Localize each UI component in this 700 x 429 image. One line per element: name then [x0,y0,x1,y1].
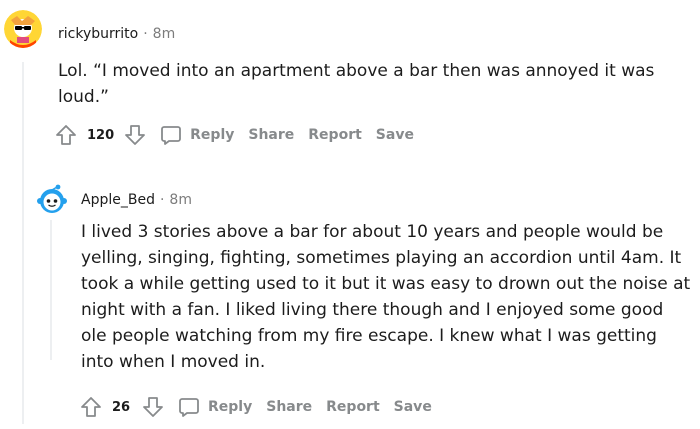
meta-separator: · [159,192,165,208]
speech-bubble-icon[interactable] [176,394,202,420]
comment-meta: Apple_Bed · 8m [81,191,192,209]
comment-body-line: loud.” [58,87,109,107]
comment-body-line: night with a fan. I liked living there t… [81,300,664,320]
comment-apple-bed: Apple_Bed · 8m I lived 3 stories above a… [0,176,700,429]
comment-body-line: took a while getting used to it but it w… [81,274,691,294]
report-button[interactable]: Report [308,127,362,143]
save-button[interactable]: Save [376,127,414,143]
downvote-arrow-icon[interactable] [140,394,166,420]
comment-actions: 26 Reply Share Report Save [78,394,432,420]
avatar[interactable] [4,10,42,48]
comment-body-line: Lol. “I moved into an apartment above a … [58,61,655,81]
save-button[interactable]: Save [394,399,432,415]
comment-body-line: into when I moved in. [81,352,266,372]
comment-body: Lol. “I moved into an apartment above a … [58,58,654,110]
meta-separator: · [143,26,148,42]
reply-button[interactable]: Reply [190,127,234,143]
comment-meta: rickyburrito · 8m [58,25,175,43]
comment-actions: 120 Reply Share Report Save [53,122,414,148]
report-button[interactable]: Report [326,399,380,415]
reply-button[interactable]: Reply [208,399,252,415]
comment-body-line: ole people watching from my fire escape.… [81,326,657,346]
upvote-arrow-icon[interactable] [78,394,104,420]
child-thread-line[interactable] [50,220,52,360]
vote-count: 120 [87,127,115,143]
comment-body-line: I lived 3 stories above a bar for about … [81,222,664,242]
comment-rickyburrito: rickyburrito · 8m Lol. “I moved into an … [0,0,700,160]
upvote-arrow-icon[interactable] [53,122,79,148]
share-button[interactable]: Share [248,127,294,143]
comment-body: I lived 3 stories above a bar for about … [81,219,690,375]
comment-body-line: yelling, singing, fighting, sometimes pl… [81,248,682,268]
timestamp[interactable]: 8m [153,25,176,43]
downvote-arrow-icon[interactable] [122,122,148,148]
share-button[interactable]: Share [266,399,312,415]
username[interactable]: Apple_Bed [81,191,155,209]
username[interactable]: rickyburrito [58,25,138,43]
avatar[interactable] [35,182,69,216]
vote-count: 26 [112,399,131,415]
timestamp[interactable]: 8m [169,191,192,209]
speech-bubble-icon[interactable] [158,122,184,148]
